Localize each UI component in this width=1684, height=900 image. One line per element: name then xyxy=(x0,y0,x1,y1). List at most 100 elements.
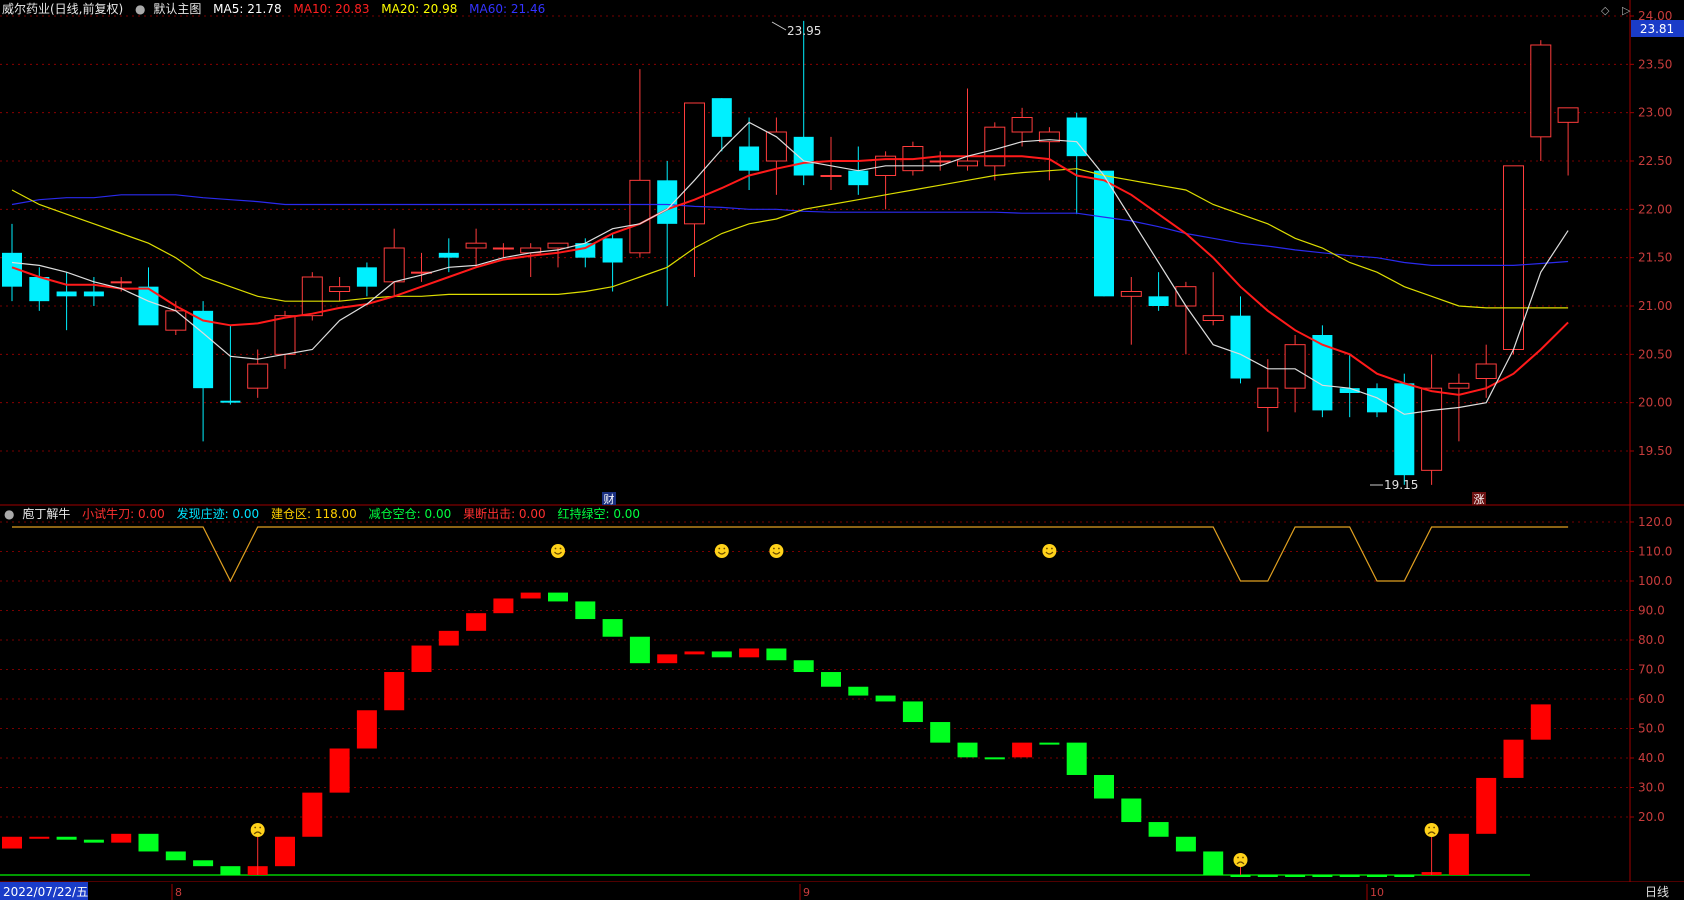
indicator-bar[interactable] xyxy=(83,839,104,843)
candle[interactable] xyxy=(711,98,732,152)
candle[interactable] xyxy=(657,161,678,306)
indicator-bar[interactable] xyxy=(1285,875,1306,877)
indicator-bar[interactable] xyxy=(193,860,214,867)
indicator-bar[interactable] xyxy=(275,836,295,867)
candle[interactable] xyxy=(1339,354,1360,418)
zhang-marker[interactable]: 涨 xyxy=(1472,492,1486,506)
indicator-bar[interactable] xyxy=(111,833,132,843)
candle[interactable] xyxy=(1421,354,1443,485)
indicator-bar[interactable] xyxy=(1203,851,1224,875)
indicator-bar[interactable] xyxy=(1066,742,1087,775)
indicator-bar[interactable] xyxy=(1312,875,1333,877)
candle[interactable] xyxy=(1530,40,1552,161)
indicator-bar[interactable] xyxy=(739,648,760,658)
indicator-bar[interactable] xyxy=(1121,798,1142,823)
indicator-bar[interactable] xyxy=(1230,875,1251,877)
indicator-bar[interactable] xyxy=(1012,742,1033,758)
indicator-bar[interactable] xyxy=(657,654,678,664)
corner-icons[interactable]: ◇ ▷ xyxy=(1601,4,1631,17)
candle[interactable] xyxy=(1394,373,1415,485)
candle[interactable] xyxy=(1230,296,1251,384)
candle[interactable] xyxy=(1148,272,1169,311)
indicator-bar[interactable] xyxy=(984,757,1005,760)
indicator-bar[interactable] xyxy=(575,601,596,620)
candle[interactable] xyxy=(383,228,405,297)
candle[interactable] xyxy=(356,262,377,297)
candle[interactable] xyxy=(138,267,159,326)
candle[interactable] xyxy=(602,233,623,292)
chart-canvas[interactable]: 24.0023.5023.0022.5022.0021.5021.0020.50… xyxy=(0,0,1684,900)
indicator-bar[interactable] xyxy=(848,686,869,696)
indicator-bar[interactable] xyxy=(875,695,896,702)
indicator-bar[interactable] xyxy=(902,701,923,723)
candle[interactable] xyxy=(684,102,705,277)
indicator-bar[interactable] xyxy=(629,636,650,664)
indicator-bar[interactable] xyxy=(602,619,623,637)
indicator-bar[interactable] xyxy=(1394,875,1415,877)
indicator-bar[interactable] xyxy=(1476,777,1497,834)
indicator-bar[interactable] xyxy=(821,672,841,687)
candle[interactable] xyxy=(56,272,77,331)
indicator-bar[interactable] xyxy=(1094,774,1114,799)
indicator-bar[interactable] xyxy=(957,742,978,758)
indicator-bar[interactable] xyxy=(548,592,568,602)
candle[interactable] xyxy=(1120,277,1142,345)
candle[interactable] xyxy=(1367,383,1387,418)
candle[interactable] xyxy=(520,243,542,277)
indicator-bar[interactable] xyxy=(302,792,323,837)
candle[interactable] xyxy=(765,117,787,195)
candle[interactable] xyxy=(1503,165,1524,355)
indicator-bar[interactable] xyxy=(2,836,22,849)
candle[interactable] xyxy=(1312,325,1333,418)
indicator-bar[interactable] xyxy=(356,710,377,749)
indicator-bar[interactable] xyxy=(930,722,951,743)
candle[interactable] xyxy=(1257,359,1279,432)
indicator-bar[interactable] xyxy=(1339,875,1360,877)
indicator-bar[interactable] xyxy=(493,598,514,614)
candle[interactable] xyxy=(1202,272,1224,326)
indicator-bar[interactable] xyxy=(711,651,732,658)
indicator-bar[interactable] xyxy=(766,648,787,661)
stock-chart-window[interactable]: 威尔药业(日线,前复权) ● 默认主图 MA5: 21.78 MA10: 20.… xyxy=(0,0,1684,900)
candle[interactable] xyxy=(629,69,651,258)
smile-icon xyxy=(1042,544,1057,558)
indicator-bar[interactable] xyxy=(466,613,487,631)
indicator-bar[interactable] xyxy=(165,851,186,861)
indicator-bar[interactable] xyxy=(220,866,241,875)
candle[interactable] xyxy=(492,243,514,258)
indicator-bar[interactable] xyxy=(329,748,350,793)
indicator-bar[interactable] xyxy=(438,630,459,646)
candle[interactable] xyxy=(411,252,432,282)
candle[interactable] xyxy=(1038,127,1060,181)
indicator-bar[interactable] xyxy=(29,836,50,839)
indicator-bar[interactable] xyxy=(1257,875,1278,877)
candle[interactable] xyxy=(1066,112,1087,215)
indicator-bar[interactable] xyxy=(793,660,814,673)
indicator-bar[interactable] xyxy=(1367,875,1387,877)
indicator-bar[interactable] xyxy=(1530,704,1551,740)
indicator-bar[interactable] xyxy=(1039,742,1060,745)
candle-body xyxy=(383,247,405,283)
indicator-bar[interactable] xyxy=(1175,836,1196,852)
indicator-bar[interactable] xyxy=(684,651,705,655)
candle[interactable] xyxy=(465,228,487,268)
indicator-bar[interactable] xyxy=(1148,822,1169,837)
candle[interactable] xyxy=(929,151,951,171)
indicator-bar[interactable] xyxy=(1503,739,1524,778)
indicator-bar[interactable] xyxy=(411,645,432,673)
indicator-bar[interactable] xyxy=(56,836,77,840)
candle[interactable] xyxy=(247,349,269,398)
indicator-bar[interactable] xyxy=(138,833,159,852)
indicator-bar[interactable] xyxy=(1448,833,1469,875)
candle[interactable] xyxy=(220,325,241,405)
indicator-bar[interactable] xyxy=(520,592,541,599)
candle[interactable] xyxy=(1557,107,1579,176)
candle[interactable] xyxy=(820,136,842,190)
candle[interactable] xyxy=(329,277,351,302)
cai-marker[interactable]: 财 xyxy=(602,492,616,506)
candle[interactable] xyxy=(1094,170,1114,297)
indicator-bar[interactable] xyxy=(384,672,405,711)
period-label[interactable]: 日线 xyxy=(1645,885,1669,899)
candle[interactable] xyxy=(547,242,569,268)
candle[interactable] xyxy=(1175,281,1197,355)
